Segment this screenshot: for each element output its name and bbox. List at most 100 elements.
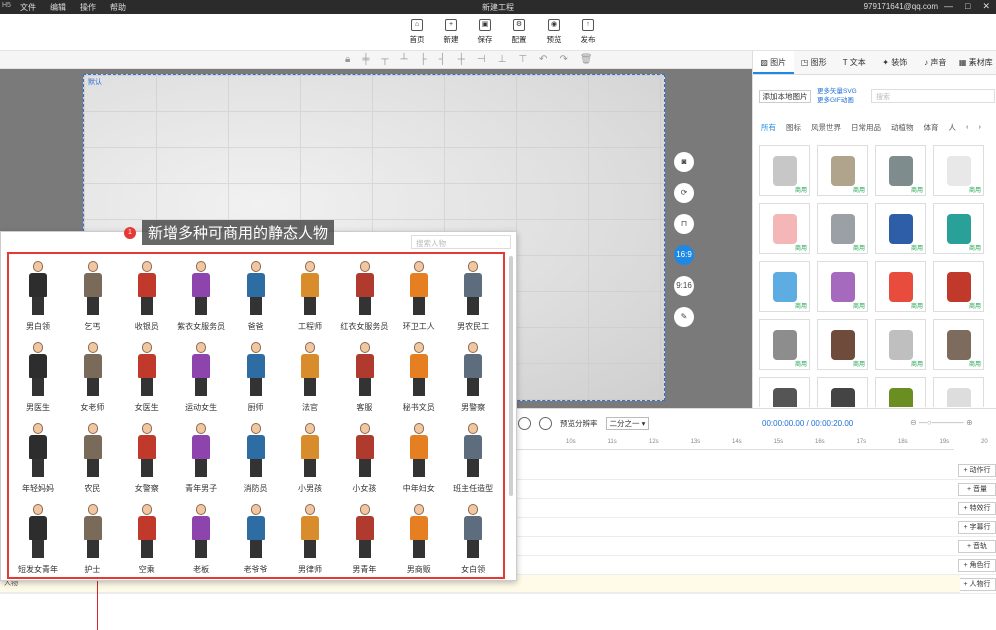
play-icon[interactable]	[518, 417, 531, 430]
asset-tile[interactable]: 商用	[933, 261, 984, 312]
character-item[interactable]: 秘书文员	[392, 339, 446, 420]
asset-tile[interactable]: 商用	[875, 203, 926, 254]
character-item[interactable]: 男农民工	[446, 258, 500, 339]
character-item[interactable]: 紫衣女服务员	[174, 258, 228, 339]
align-center-icon[interactable]: ╪	[362, 54, 369, 65]
character-item[interactable]: 乞丐	[65, 258, 119, 339]
character-item[interactable]: 年轻妈妈	[11, 420, 65, 501]
character-item[interactable]: 中年妇女	[392, 420, 446, 501]
preview-button[interactable]: ◉ 预览	[540, 19, 568, 45]
distribute-h-icon[interactable]: ⊣	[477, 54, 486, 65]
character-item[interactable]: 男律师	[283, 501, 337, 582]
asset-tile[interactable]: 商用	[933, 319, 984, 370]
character-item[interactable]: 女老师	[65, 339, 119, 420]
replay-icon[interactable]	[539, 417, 552, 430]
align-middle-icon[interactable]: ┼	[458, 54, 465, 65]
asset-tile[interactable]: 商用	[875, 319, 926, 370]
category-scenery[interactable]: 风景世界	[811, 122, 841, 133]
category-prev-icon[interactable]: ‹	[966, 122, 969, 133]
add-row-button[interactable]: + 动作行	[958, 464, 996, 477]
add-row-button[interactable]: + 音轨	[958, 540, 996, 553]
camera-icon[interactable]: ◙	[674, 152, 694, 172]
asset-tile[interactable]: 商用	[759, 377, 810, 407]
character-item[interactable]: 护士	[65, 501, 119, 582]
preview-resolution-select[interactable]: 二分之一 ▾	[605, 417, 650, 430]
undo-icon[interactable]: ↶	[539, 54, 547, 65]
add-row-button[interactable]: + 字幕行	[958, 521, 996, 534]
add-row-button[interactable]: + 音量	[958, 483, 996, 496]
character-item[interactable]: 男医生	[11, 339, 65, 420]
edit-icon[interactable]: ✎	[674, 307, 694, 327]
distribute-v-icon[interactable]: ⊥	[498, 54, 507, 65]
asset-tile[interactable]: 商用	[817, 145, 868, 196]
character-item[interactable]: 老板	[174, 501, 228, 582]
config-button[interactable]: ⚙ 配置	[505, 19, 533, 45]
category-icons[interactable]: 图标	[786, 122, 801, 133]
flip-icon[interactable]: ⊤	[518, 54, 527, 65]
asset-search-input[interactable]: 搜索	[871, 89, 995, 103]
ratio-9-16-button[interactable]: 9:16	[674, 276, 694, 296]
category-animals[interactable]: 动植物	[891, 122, 914, 133]
align-bottom-icon[interactable]: ┴	[401, 54, 408, 65]
save-button[interactable]: ▣ 保存	[471, 19, 499, 45]
character-search-input[interactable]: 搜索人物	[411, 235, 511, 249]
publish-button[interactable]: ↑ 发布	[574, 19, 602, 45]
add-local-image-button[interactable]: 添加本地图片	[759, 90, 811, 103]
tab-image[interactable]: ▨ 图片	[753, 51, 794, 74]
asset-tile[interactable]: 商用	[933, 145, 984, 196]
lock-icon[interactable]: ⊓	[674, 214, 694, 234]
maximize-icon[interactable]: □	[965, 1, 970, 12]
popup-scrollbar[interactable]	[509, 256, 513, 496]
asset-tile[interactable]: 商用	[875, 261, 926, 312]
tab-decoration[interactable]: ✦ 装饰	[875, 51, 916, 74]
category-people[interactable]: 人	[949, 122, 957, 133]
character-item[interactable]: 老爷爷	[229, 501, 283, 582]
character-item[interactable]: 爸爸	[229, 258, 283, 339]
asset-tile[interactable]: 商用	[759, 319, 810, 370]
asset-tile[interactable]: 商用	[875, 145, 926, 196]
asset-tile[interactable]: 商用	[933, 377, 984, 407]
character-item[interactable]: 女白领	[446, 501, 500, 582]
character-item[interactable]: 工程师	[283, 258, 337, 339]
align-top-icon[interactable]: ┬	[381, 54, 388, 65]
character-item[interactable]: 法官	[283, 339, 337, 420]
tab-text[interactable]: T 文本	[834, 51, 875, 74]
home-button[interactable]: ⌂ 首页	[403, 19, 431, 45]
character-item[interactable]: 男青年	[337, 501, 391, 582]
asset-tile[interactable]: 商用	[875, 377, 926, 407]
user-account[interactable]: 979171641@qq.com	[864, 2, 938, 11]
delete-icon[interactable]: 🗑︎	[580, 54, 593, 65]
character-item[interactable]: 空乘	[120, 501, 174, 582]
character-item[interactable]: 消防员	[229, 420, 283, 501]
redo-icon[interactable]: ↷	[559, 54, 567, 65]
character-item[interactable]: 农民	[65, 420, 119, 501]
character-item[interactable]: 男商贩	[392, 501, 446, 582]
close-icon[interactable]: ✕	[982, 1, 990, 12]
add-row-button[interactable]: + 角色行	[958, 559, 996, 572]
new-button[interactable]: + 新建	[437, 19, 465, 45]
more-svg-link[interactable]: 更多矢量SVG	[817, 87, 877, 96]
align-right-icon[interactable]: ┤	[439, 54, 446, 65]
asset-tile[interactable]: 商用	[817, 319, 868, 370]
lock-icon[interactable]: 🔒︎	[345, 54, 350, 65]
asset-tile[interactable]: 商用	[759, 261, 810, 312]
character-item[interactable]: 厨师	[229, 339, 283, 420]
character-item[interactable]: 红衣女服务员	[337, 258, 391, 339]
more-gif-link[interactable]: 更多GIF动画	[817, 96, 877, 105]
tab-library[interactable]: ▦ 素材库	[956, 51, 996, 74]
align-left-icon[interactable]: ├	[420, 54, 427, 65]
character-item[interactable]: 青年男子	[174, 420, 228, 501]
character-item[interactable]: 小女孩	[337, 420, 391, 501]
tab-sound[interactable]: ♪ 声音	[915, 51, 956, 74]
character-item[interactable]: 男白领	[11, 258, 65, 339]
character-item[interactable]: 班主任造型	[446, 420, 500, 501]
character-item[interactable]: 男警察	[446, 339, 500, 420]
category-next-icon[interactable]: ›	[979, 122, 982, 133]
ratio-16-9-button[interactable]: 16:9	[674, 245, 694, 265]
character-item[interactable]: 运动女生	[174, 339, 228, 420]
asset-tile[interactable]: 商用	[817, 377, 868, 407]
category-sports[interactable]: 体育	[924, 122, 939, 133]
minimize-icon[interactable]: —	[944, 1, 953, 12]
category-all[interactable]: 所有	[761, 122, 776, 133]
asset-tile[interactable]: 商用	[817, 261, 868, 312]
